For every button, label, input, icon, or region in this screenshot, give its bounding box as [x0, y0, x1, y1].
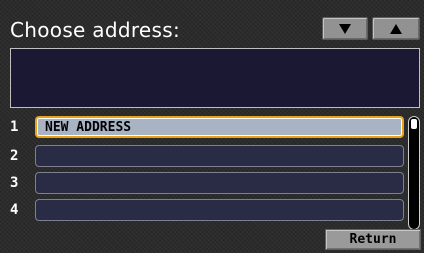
list-item-number: 3 — [10, 175, 19, 191]
list-item: 1 NEW ADDRESS — [0, 116, 410, 138]
scroll-up-button[interactable] — [372, 17, 420, 40]
list-item-button-empty[interactable] — [35, 172, 404, 194]
address-preview-box — [10, 48, 420, 108]
list-item: 3 — [0, 172, 410, 194]
list-item-number: 1 — [10, 119, 19, 135]
list-item-button-empty[interactable] — [35, 199, 404, 221]
scrollbar-thumb[interactable] — [411, 119, 417, 129]
down-triangle-icon — [339, 23, 351, 34]
screen-title: Choose address: — [10, 18, 181, 42]
list-scrollbar[interactable] — [408, 116, 420, 230]
list-item: 2 — [0, 145, 410, 167]
list-item-button-new-address[interactable]: NEW ADDRESS — [35, 116, 404, 138]
return-button[interactable]: Return — [325, 229, 421, 250]
list-item-button-empty[interactable] — [35, 145, 404, 167]
list-item-label: NEW ADDRESS — [45, 120, 132, 135]
navigation-screen: Choose address: 1 NEW ADDRESS 2 3 4 Retu… — [0, 0, 424, 253]
list-item: 4 — [0, 199, 410, 221]
list-item-number: 2 — [10, 148, 19, 164]
up-triangle-icon — [390, 23, 402, 34]
list-item-number: 4 — [10, 202, 19, 218]
scroll-down-button[interactable] — [322, 17, 368, 40]
